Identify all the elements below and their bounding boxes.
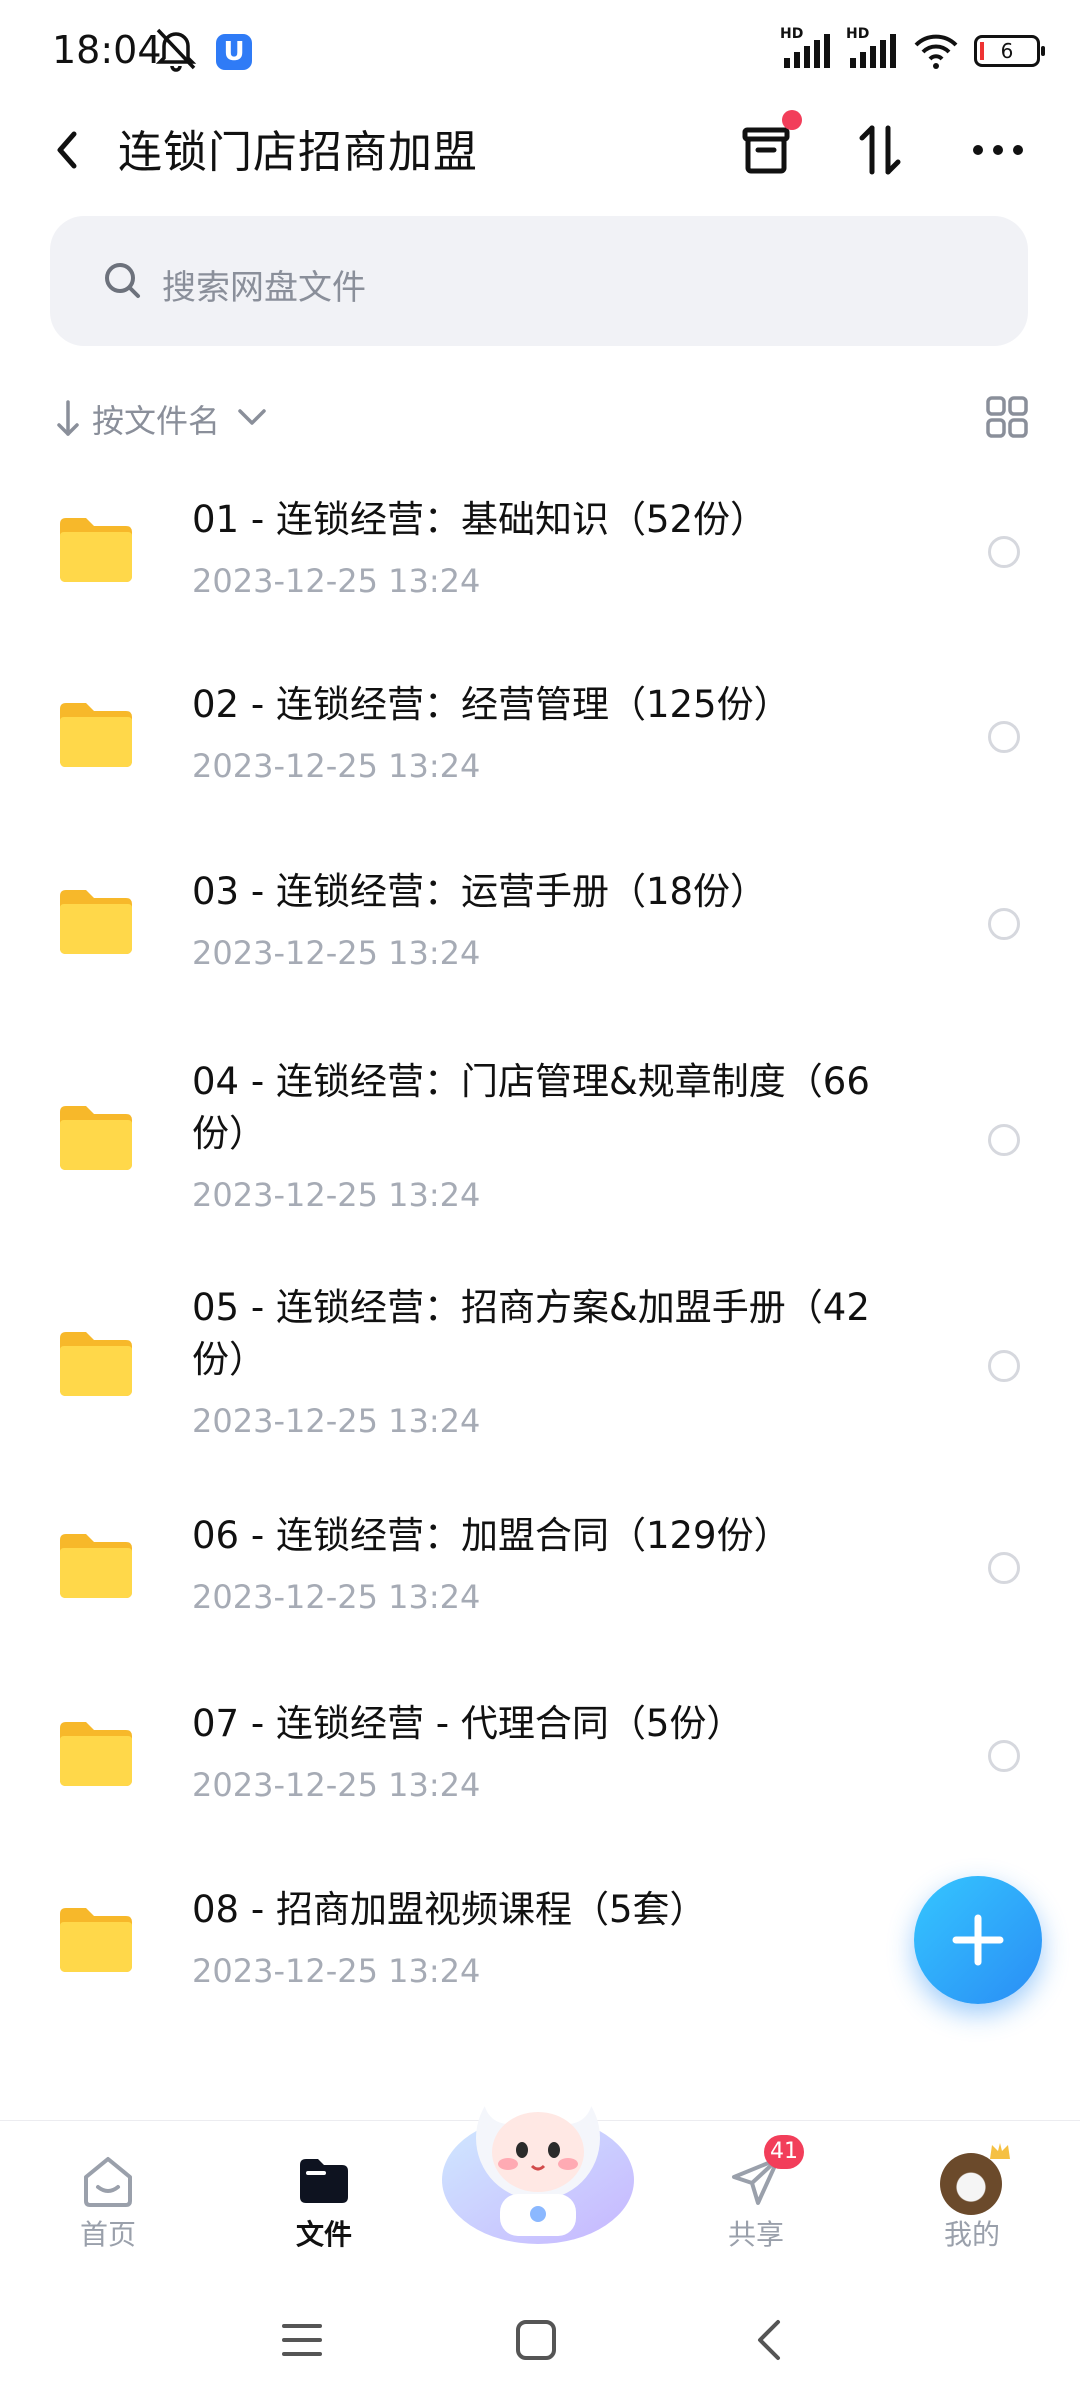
home-icon <box>84 2157 132 2207</box>
wifi-icon <box>914 34 958 69</box>
file-date: 2023-12-25 13:24 <box>192 934 481 972</box>
search-icon <box>105 263 140 298</box>
file-date: 2023-12-25 13:24 <box>192 1766 481 1804</box>
file-date: 2023-12-25 13:24 <box>192 562 481 600</box>
file-name: 01 - 连锁经营：基础知识（52份） <box>192 498 768 541</box>
system-nav-bar <box>0 2280 1080 2400</box>
select-radio[interactable] <box>988 1740 1020 1772</box>
file-name: 07 - 连锁经营 - 代理合同（5份） <box>192 1702 744 1745</box>
file-name: 02 - 连锁经营：经营管理（125份） <box>192 683 791 726</box>
file-name: 03 - 连锁经营：运营手册（18份） <box>192 870 768 913</box>
file-name: 06 - 连锁经营：加盟合同（129份） <box>192 1514 791 1557</box>
file-date: 2023-12-25 13:24 <box>192 1402 481 1440</box>
folder-icon <box>60 1106 132 1170</box>
status-time: 18:04 <box>52 28 162 72</box>
add-button[interactable] <box>914 1876 1042 2004</box>
select-radio[interactable] <box>988 1552 1020 1584</box>
sort-arrow-icon[interactable] <box>54 396 82 440</box>
tab-files[interactable]: 文件 <box>244 2121 404 2276</box>
page-title: 连锁门店招商加盟 <box>118 127 478 178</box>
folder-icon <box>60 1722 132 1786</box>
list-item[interactable]: 04 - 连锁经营：门店管理&规章制度（66份） 2023-12-25 13:2… <box>0 1040 1080 1230</box>
file-date: 2023-12-25 13:24 <box>192 1176 481 1214</box>
list-item[interactable]: 06 - 连锁经营：加盟合同（129份） 2023-12-25 13:24 <box>0 1500 1080 1640</box>
menu-icon[interactable] <box>272 2310 332 2370</box>
file-date: 2023-12-25 13:24 <box>192 1952 481 1990</box>
notification-dot <box>782 110 802 130</box>
folder-icon <box>60 1332 132 1396</box>
sort-bar: 按文件名 <box>50 390 1030 450</box>
signal-icon: HD <box>846 26 898 72</box>
tab-home-label: 首页 <box>79 2218 136 2251</box>
select-radio[interactable] <box>988 1350 1020 1382</box>
folder-icon <box>60 1908 132 1972</box>
folder-icon <box>60 703 132 767</box>
file-date: 2023-12-25 13:24 <box>192 1578 481 1616</box>
mute-bell-icon <box>155 28 197 72</box>
tab-share[interactable]: 41 共享 <box>676 2121 836 2276</box>
transfer-button[interactable] <box>840 110 920 190</box>
plus-icon <box>952 1914 1004 1966</box>
more-dots-icon <box>973 145 1023 155</box>
app-notification-icon: U <box>216 34 252 70</box>
search-bar[interactable]: 搜索网盘文件 <box>50 216 1028 346</box>
signal-icon: HD <box>780 26 832 72</box>
file-date: 2023-12-25 13:24 <box>192 747 481 785</box>
select-radio[interactable] <box>988 721 1020 753</box>
select-radio[interactable] <box>988 536 1020 568</box>
folder-icon <box>60 1534 132 1598</box>
recycle-bin-button[interactable] <box>726 110 806 190</box>
status-bar: 18:04 U HD HD 6 <box>0 0 1080 100</box>
list-item[interactable]: 03 - 连锁经营：运营手册（18份） 2023-12-25 13:24 <box>0 852 1080 992</box>
list-item[interactable]: 05 - 连锁经营：招商方案&加盟手册（42份） 2023-12-25 13:2… <box>0 1266 1080 1456</box>
transfer-arrows-icon <box>859 125 901 175</box>
file-name: 05 - 连锁经营：招商方案&加盟手册（42份） <box>192 1286 870 1381</box>
more-button[interactable] <box>958 110 1038 190</box>
mascot-icon[interactable] <box>438 2060 638 2250</box>
back-icon[interactable] <box>40 120 100 180</box>
sort-label[interactable]: 按文件名 <box>92 396 220 442</box>
top-bar: 连锁门店招商加盟 <box>0 100 1080 210</box>
share-badge: 41 <box>764 2135 804 2169</box>
tab-files-label: 文件 <box>295 2218 352 2251</box>
battery-icon: 6 <box>974 35 1045 67</box>
tab-mine[interactable]: 我的 <box>892 2121 1052 2276</box>
file-name: 08 - 招商加盟视频课程（5套） <box>192 1888 707 1931</box>
tab-home[interactable]: 首页 <box>28 2121 188 2276</box>
folder-icon <box>60 890 132 954</box>
list-item[interactable]: 01 - 连锁经营：基础知识（52份） 2023-12-25 13:24 <box>0 480 1080 620</box>
list-item[interactable]: 07 - 连锁经营 - 代理合同（5份） 2023-12-25 13:24 <box>0 1688 1080 1828</box>
folder-icon <box>300 2159 348 2203</box>
list-item[interactable]: 02 - 连锁经营：经营管理（125份） 2023-12-25 13:24 <box>0 665 1080 805</box>
crown-icon <box>990 2143 1010 2159</box>
folder-icon <box>60 518 132 582</box>
select-radio[interactable] <box>988 1124 1020 1156</box>
tab-mine-label: 我的 <box>943 2218 1000 2251</box>
file-name: 04 - 连锁经营：门店管理&规章制度（66份） <box>192 1060 870 1155</box>
home-square-icon[interactable] <box>506 2310 566 2370</box>
tab-share-label: 共享 <box>727 2218 784 2251</box>
select-radio[interactable] <box>988 908 1020 940</box>
avatar <box>940 2153 1002 2215</box>
back-triangle-icon[interactable] <box>740 2310 800 2370</box>
grid-view-icon[interactable] <box>984 394 1030 440</box>
chevron-down-icon[interactable] <box>234 402 270 432</box>
search-placeholder: 搜索网盘文件 <box>162 268 366 308</box>
